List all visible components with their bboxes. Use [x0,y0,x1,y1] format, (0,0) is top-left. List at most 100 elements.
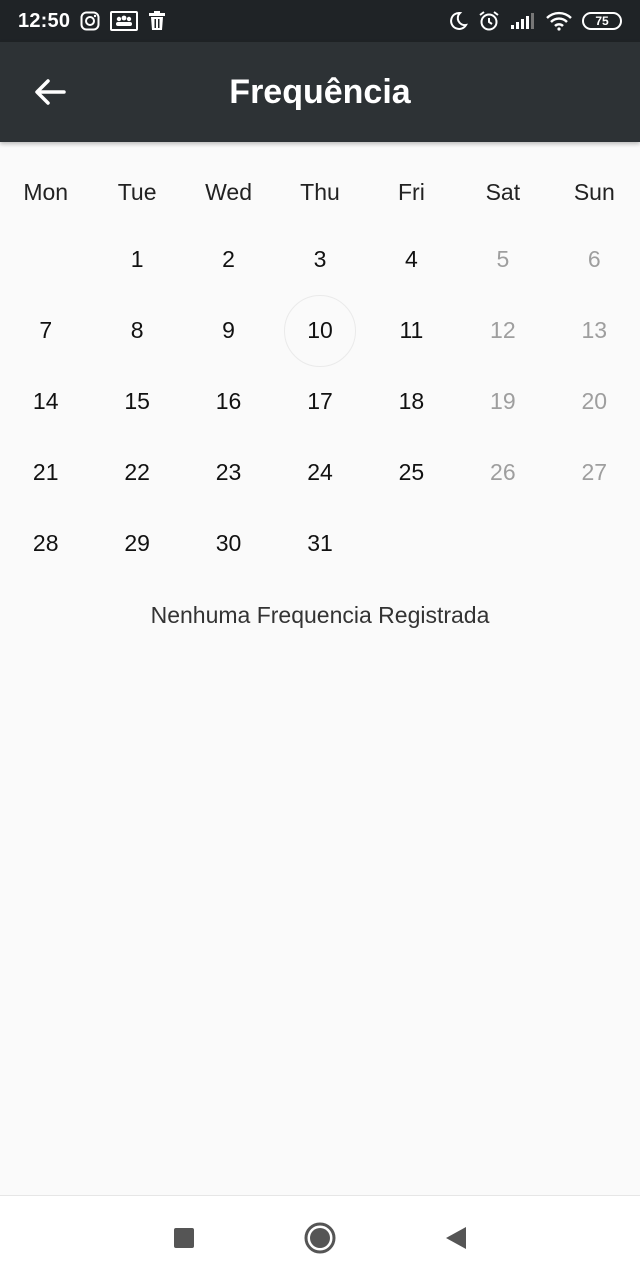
calendar-empty-cell [0,224,91,295]
empty-state-message: Nenhuma Frequencia Registrada [150,602,490,628]
calendar-day-number: 29 [124,530,150,556]
calendar-week: 21 22 23 24 25 26 27 [0,437,640,508]
back-nav-button[interactable] [436,1218,476,1258]
calendar-day[interactable]: 7 [0,295,91,366]
calendar-day[interactable]: 23 [183,437,274,508]
battery-icon: 75 [582,12,622,30]
calendar-day-number: 19 [490,388,516,414]
calendar-day-number: 11 [399,317,424,343]
recent-apps-button[interactable] [164,1218,204,1258]
weekday-label: Fri [398,178,425,205]
calendar-day[interactable]: 16 [183,366,274,437]
instagram-icon [80,11,100,31]
calendar-day[interactable]: 20 [549,366,640,437]
calendar-day[interactable]: 27 [549,437,640,508]
signal-icon [510,11,536,31]
app-bar: Frequência [0,42,640,142]
calendar-day[interactable]: 18 [366,366,457,437]
calendar-day-number: 18 [398,388,425,414]
calendar-day[interactable]: 15 [91,366,182,437]
moon-icon [448,11,468,31]
calendar-grid: 1 2 3 4 5 6 7 8 9 10 11 12 13 14 15 16 17 18 19 20 21 22 23 24 2… [0,224,640,579]
calendar-day-number: 17 [307,388,333,414]
calendar-day-number: 6 [587,246,601,272]
calendar-day[interactable]: 29 [91,508,182,579]
calendar-day-number: 4 [405,246,418,272]
calendar-day-number: 7 [39,317,53,343]
calendar-day-number: 12 [490,317,516,343]
calendar-day[interactable]: 24 [274,437,365,508]
calendar-week: 14 15 16 17 18 19 20 [0,366,640,437]
calendar-day-number: 8 [130,317,144,343]
status-right: 75 [448,10,622,32]
weekday-label: Mon [23,178,69,205]
calendar-day[interactable]: 8 [91,295,182,366]
weekday-label: Thu [300,178,340,205]
calendar-day[interactable]: 13 [549,295,640,366]
calendar-day-number: 25 [398,459,425,485]
back-nav-icon [446,1227,466,1249]
calendar-week: 28 29 30 31 [0,508,640,579]
weekday-header: Mon Tue Wed Thu Fri Sat Sun [0,160,640,224]
calendar-day[interactable]: 31 [274,508,365,579]
calendar-day-number: 3 [313,246,327,272]
system-nav-bar [0,1195,640,1280]
page-title: Frequência [229,72,411,111]
weekday-label: Tue [117,178,157,205]
calendar-day-number: 15 [124,388,150,414]
home-icon [304,1222,336,1254]
calendar-day-number: 1 [130,246,144,272]
group-notification-icon [110,11,139,31]
calendar-empty-cell [366,508,457,579]
calendar-day[interactable]: 9 [183,295,274,366]
calendar-day-today[interactable]: 10 [274,295,365,366]
calendar-week: 1 2 3 4 5 6 [0,224,640,295]
calendar-day[interactable]: 26 [457,437,548,508]
weekday-label: Wed [205,178,252,205]
calendar-day[interactable]: 6 [549,224,640,295]
calendar-day-number: 10 [307,317,333,343]
status-time: 12:50 [18,9,71,32]
calendar-day[interactable]: 14 [0,366,91,437]
calendar-day-number: 16 [215,388,242,414]
calendar-day[interactable]: 30 [183,508,274,579]
calendar-day[interactable]: 1 [91,224,182,295]
calendar-day[interactable]: 28 [0,508,91,579]
calendar-day[interactable]: 4 [366,224,457,295]
calendar-day[interactable]: 21 [0,437,91,508]
calendar-empty-cell [549,508,640,579]
alarm-icon [478,10,500,32]
calendar-empty-cell [457,508,548,579]
calendar-day[interactable]: 22 [91,437,182,508]
calendar-day-number: 20 [581,388,608,414]
calendar-day-number: 9 [222,317,235,343]
calendar-day-number: 2 [222,246,235,272]
calendar-day[interactable]: 19 [457,366,548,437]
calendar-day-number: 30 [215,530,242,556]
calendar-day-number: 24 [307,459,333,485]
wifi-icon [546,11,572,31]
calendar-day[interactable]: 5 [457,224,548,295]
calendar-day[interactable]: 2 [183,224,274,295]
battery-level: 75 [595,14,609,28]
calendar-day[interactable]: 17 [274,366,365,437]
calendar: Mon Tue Wed Thu Fri Sat Sun 1 2 3 4 5 6 7 8 9 10 1… [0,160,640,579]
weekday-label: Sat [485,178,521,205]
weekday-label: Sun [573,178,615,205]
recent-apps-icon [174,1228,194,1248]
calendar-day-number: 28 [32,530,59,556]
trash-icon [148,11,166,31]
calendar-day-number: 26 [490,459,516,485]
calendar-day-number: 5 [496,246,510,272]
calendar-day-number: 22 [124,459,150,485]
calendar-day-number: 21 [32,459,59,485]
calendar-day[interactable]: 11 [366,295,457,366]
calendar-week: 7 8 9 10 11 12 13 [0,295,640,366]
status-bar: 12:50 75 [0,0,640,42]
home-button[interactable] [300,1218,340,1258]
calendar-day[interactable]: 25 [366,437,457,508]
calendar-day[interactable]: 3 [274,224,365,295]
calendar-day[interactable]: 12 [457,295,548,366]
status-left: 12:50 [18,10,166,33]
calendar-day-number: 31 [307,530,333,556]
